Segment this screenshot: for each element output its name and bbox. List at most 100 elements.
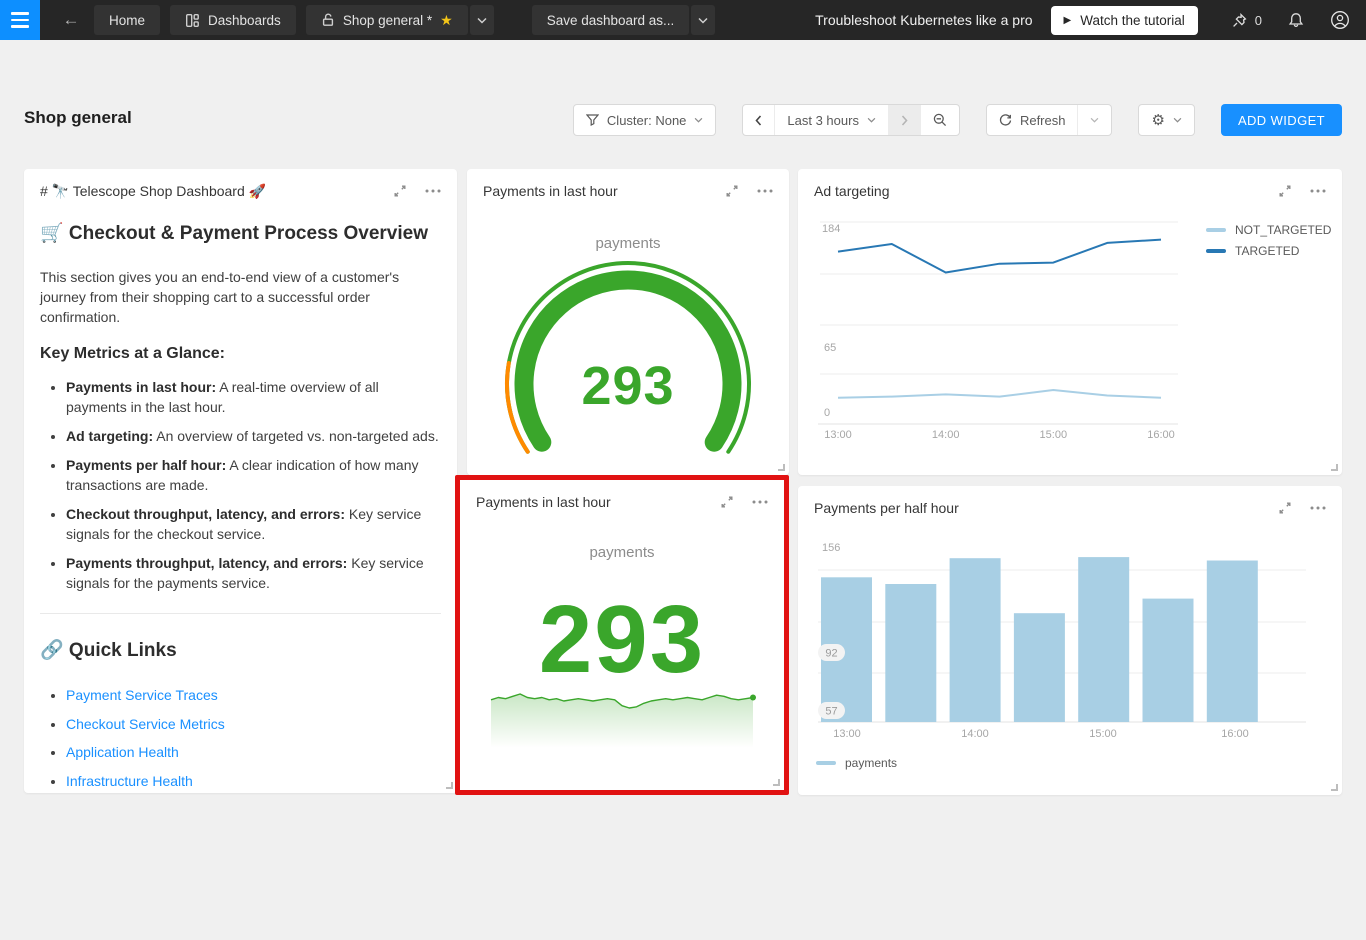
widget-title: Payments per half hour: [814, 500, 1278, 516]
dashboard-settings-button[interactable]: ⚙: [1139, 105, 1193, 135]
gear-icon: ⚙: [1151, 111, 1164, 129]
add-widget-button[interactable]: ADD WIDGET: [1221, 104, 1342, 136]
legend-label: TARGETED: [1235, 244, 1299, 258]
save-dashboard-as-button[interactable]: Save dashboard as...: [532, 5, 690, 35]
tab-home[interactable]: Home: [94, 5, 160, 35]
chevron-right-icon: [901, 115, 908, 126]
expand-icon[interactable]: [725, 184, 739, 198]
zoom-out-time-button[interactable]: [920, 105, 959, 135]
expand-icon[interactable]: [1278, 501, 1292, 515]
markdown-content: 🛒 Checkout & Payment Process Overview Th…: [40, 213, 441, 793]
cluster-filter-button[interactable]: Cluster: None: [574, 105, 715, 135]
hamburger-menu-icon[interactable]: [0, 0, 40, 40]
resize-handle[interactable]: [778, 464, 785, 471]
resize-handle[interactable]: [1331, 464, 1338, 471]
page-title: Shop general: [24, 108, 132, 128]
time-range-selector[interactable]: Last 3 hours: [774, 105, 888, 135]
svg-text:16:00: 16:00: [1221, 728, 1249, 740]
promo-text: Troubleshoot Kubernetes like a pro: [815, 12, 1032, 28]
save-dashboard-dropdown[interactable]: [691, 5, 715, 35]
chevron-down-icon: [477, 17, 487, 24]
widget-ad-targeting: Ad targeting 18465013:0014:0015:0016:00 …: [798, 169, 1342, 475]
pin-icon: [1232, 13, 1247, 28]
back-arrow-icon[interactable]: ←: [54, 10, 88, 30]
pinned-views-button[interactable]: 0: [1232, 13, 1262, 28]
time-back-button[interactable]: [743, 105, 774, 135]
list-item: Ad targeting: An overview of targeted vs…: [66, 426, 441, 446]
resize-handle[interactable]: [1331, 784, 1338, 791]
pin-count: 0: [1255, 13, 1262, 28]
metrics-heading: Key Metrics at a Glance:: [40, 345, 441, 363]
expand-icon[interactable]: [1278, 184, 1292, 198]
chevron-down-icon: [698, 17, 708, 24]
more-options-icon[interactable]: [425, 189, 441, 193]
favorite-star-icon[interactable]: ★: [440, 12, 453, 29]
dashboards-icon: [185, 13, 200, 28]
list-item: Application Health: [66, 741, 441, 764]
overview-heading: 🛒 Checkout & Payment Process Overview: [40, 221, 441, 245]
expand-icon[interactable]: [393, 184, 407, 198]
payments-gauge-chart: [467, 169, 789, 475]
list-item: Payment Service Traces: [66, 684, 441, 707]
more-options-icon[interactable]: [1310, 506, 1326, 510]
svg-text:14:00: 14:00: [961, 728, 989, 740]
list-item: Infrastructure Health: [66, 770, 441, 793]
link-application-health[interactable]: Application Health: [66, 744, 179, 760]
time-forward-button[interactable]: [888, 105, 920, 135]
refresh-button[interactable]: Refresh: [987, 105, 1078, 135]
chevron-left-icon: [755, 115, 762, 126]
watch-tutorial-button[interactable]: ▶ Watch the tutorial: [1051, 6, 1198, 35]
refresh-label: Refresh: [1020, 113, 1066, 128]
tab-list-dropdown[interactable]: [470, 5, 494, 35]
ad-targeting-line-chart: 18465013:0014:0015:0016:00: [798, 169, 1342, 475]
tab-dashboards[interactable]: Dashboards: [170, 5, 296, 35]
resize-handle[interactable]: [446, 782, 453, 789]
legend-item[interactable]: NOT_TARGETED: [1206, 223, 1331, 237]
svg-text:16:00: 16:00: [1147, 429, 1175, 441]
gauge-value: 293: [467, 355, 789, 417]
resize-handle[interactable]: [773, 779, 780, 786]
more-options-icon[interactable]: [757, 189, 773, 193]
legend-label: payments: [845, 756, 897, 770]
divider: [40, 613, 441, 614]
svg-text:13:00: 13:00: [824, 429, 852, 441]
refresh-interval-dropdown[interactable]: [1077, 105, 1111, 135]
svg-text:92: 92: [825, 648, 837, 660]
widget-payments-gauge: Payments in last hour payments 293: [467, 169, 789, 475]
metric-label: payments: [467, 235, 789, 252]
expand-icon[interactable]: [720, 495, 734, 509]
widget-title: Ad targeting: [814, 183, 1278, 199]
refresh-icon: [999, 114, 1012, 127]
svg-text:15:00: 15:00: [1040, 429, 1068, 441]
save-dashboard-as-label: Save dashboard as...: [547, 13, 675, 28]
dashboard-tabs: Home Dashboards Shop general * ★ Save da…: [94, 5, 715, 35]
zoom-out-icon: [933, 113, 947, 127]
chevron-down-icon: [867, 117, 876, 123]
cluster-filter-label: Cluster: None: [607, 113, 686, 128]
link-infrastructure-health[interactable]: Infrastructure Health: [66, 773, 193, 789]
more-options-icon[interactable]: [752, 500, 768, 504]
payments-value: 293: [460, 592, 784, 688]
tab-shop-general-label: Shop general *: [343, 13, 432, 28]
link-checkout-service-metrics[interactable]: Checkout Service Metrics: [66, 716, 225, 732]
notifications-bell-icon[interactable]: [1288, 12, 1304, 29]
svg-text:65: 65: [824, 342, 836, 354]
widget-payments-per-half-hour: Payments per half hour 156925713:0014:00…: [798, 486, 1342, 795]
dashboard-page: Shop general Cluster: None Last 3 hours: [0, 40, 1366, 940]
legend-swatch: [1206, 228, 1226, 232]
legend-item[interactable]: TARGETED: [1206, 244, 1331, 258]
dashboard-controls: Cluster: None Last 3 hours Refresh: [573, 104, 1342, 136]
more-options-icon[interactable]: [1310, 189, 1326, 193]
tab-shop-general[interactable]: Shop general * ★: [306, 5, 468, 35]
widget-title: Payments in last hour: [476, 494, 720, 510]
quick-links-heading: 🔗 Quick Links: [40, 638, 441, 662]
svg-text:13:00: 13:00: [833, 728, 861, 740]
legend-item[interactable]: payments: [816, 756, 897, 770]
legend-swatch: [816, 761, 836, 765]
legend-swatch: [1206, 249, 1226, 253]
chart-legend: payments: [816, 756, 897, 770]
unlock-icon: [321, 13, 335, 27]
link-payment-service-traces[interactable]: Payment Service Traces: [66, 687, 218, 703]
time-range-label: Last 3 hours: [787, 113, 859, 128]
user-avatar-icon[interactable]: [1330, 10, 1350, 30]
